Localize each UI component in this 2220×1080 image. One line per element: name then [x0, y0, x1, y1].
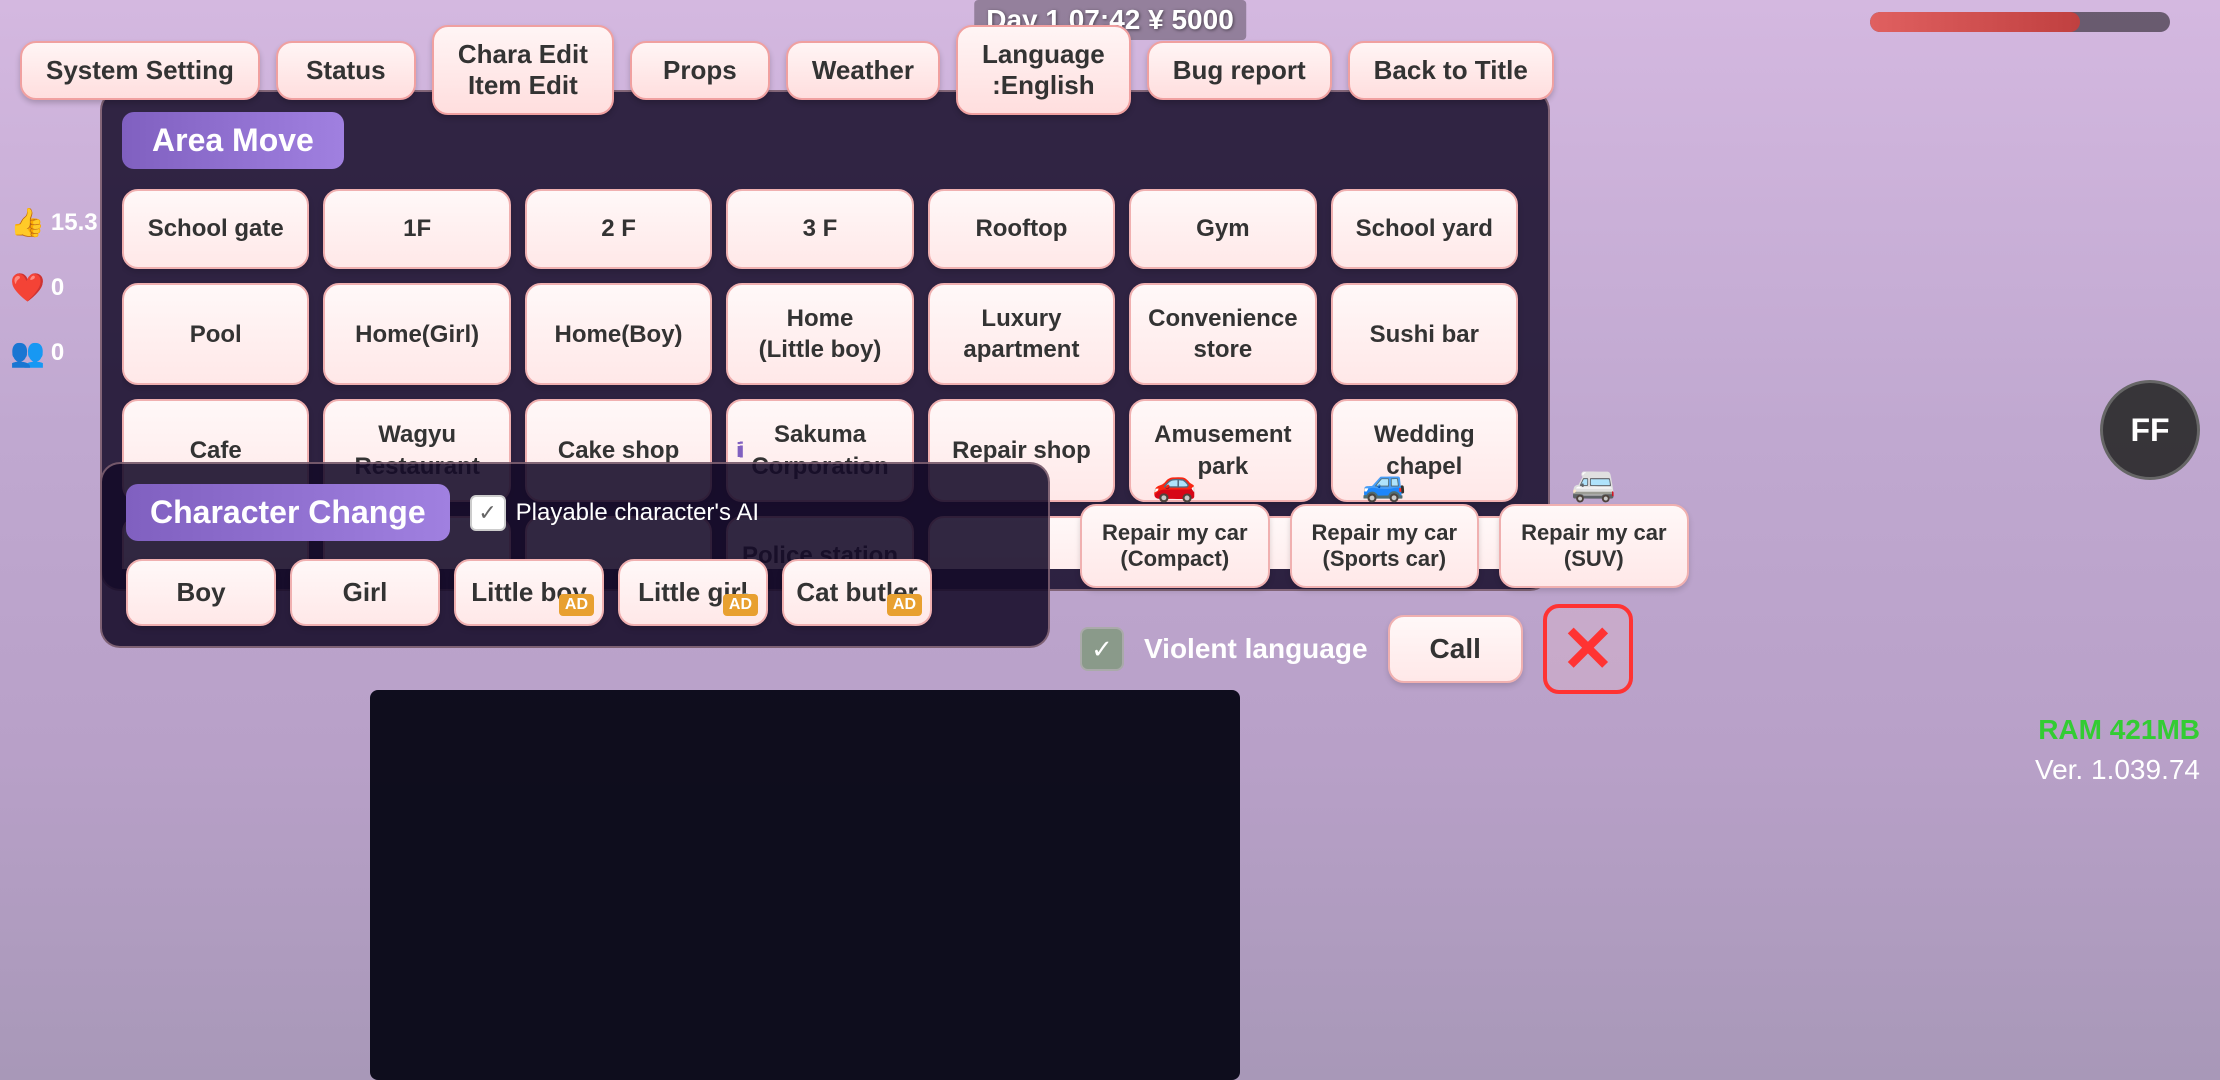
ai-label-text: Playable character's AI	[516, 499, 759, 527]
area-home-boy[interactable]: Home(Boy)	[525, 283, 712, 385]
people-stat: 👥 0	[0, 330, 90, 375]
right-panel: 🚗 Repair my car(Compact) 🚙 Repair my car…	[1080, 462, 2200, 786]
char-cat-butler-button[interactable]: Cat butler 🔒 AD	[782, 559, 932, 626]
area-school-gate[interactable]: School gate	[122, 189, 309, 269]
ai-checkbox-label: ✓ Playable character's AI	[470, 495, 759, 531]
status-button[interactable]: Status	[276, 41, 416, 100]
chara-edit-button[interactable]: Chara Edit Item Edit	[432, 25, 614, 115]
sports-car-icon: 🚙	[1362, 462, 1407, 504]
repair-car-row: 🚗 Repair my car(Compact) 🚙 Repair my car…	[1080, 462, 2200, 588]
area-convenience-store[interactable]: Conveniencestore	[1129, 283, 1316, 385]
people-value: 0	[51, 339, 64, 367]
area-luxury-apartment[interactable]: Luxuryapartment	[928, 283, 1115, 385]
character-buttons: Boy Girl Little boy 🔒 AD Little girl 🔒 A…	[126, 559, 1024, 626]
character-change-title: Character Change	[126, 484, 450, 541]
char-boy-button[interactable]: Boy	[126, 559, 276, 626]
ai-checkbox[interactable]: ✓	[470, 495, 506, 531]
social-stats: 👍 15.3 ❤️ 0 👥 0	[0, 200, 90, 395]
violent-checkbox[interactable]: ✓	[1080, 627, 1124, 671]
char-little-girl-button[interactable]: Little girl 🔒 AD	[618, 559, 768, 626]
char-panel-header: Character Change ✓ Playable character's …	[126, 484, 1024, 541]
language-button[interactable]: Language :English	[956, 25, 1131, 115]
version-info: Ver. 1.039.74	[1080, 754, 2200, 786]
violent-checkmark-icon: ✓	[1091, 634, 1113, 665]
thumb-icon: 👍	[10, 206, 45, 239]
hearts-stat: ❤️ 0	[0, 265, 90, 310]
likes-stat: 👍 15.3	[0, 200, 90, 245]
character-change-panel: Character Change ✓ Playable character's …	[100, 462, 1050, 648]
area-home-little-boy[interactable]: Home(Little boy)	[726, 283, 913, 385]
ff-button[interactable]: FF	[2100, 380, 2200, 480]
area-pool[interactable]: Pool	[122, 283, 309, 385]
suv-car-icon: 🚐	[1571, 462, 1616, 504]
close-x-icon: ✕	[1561, 617, 1615, 681]
char-girl-button[interactable]: Girl	[290, 559, 440, 626]
area-sushi-bar[interactable]: Sushi bar	[1331, 283, 1518, 385]
repair-suv-group: 🚐 Repair my car(SUV)	[1499, 462, 1689, 588]
hearts-value: 0	[51, 274, 64, 302]
violent-language-row: ✓ Violent language Call ✕	[1080, 604, 2200, 694]
area-gym[interactable]: Gym	[1129, 189, 1316, 269]
repair-sports-group: 🚙 Repair my car(Sports car)	[1290, 462, 1480, 588]
repair-sports-button[interactable]: Repair my car(Sports car)	[1290, 504, 1480, 588]
area-home-girl[interactable]: Home(Girl)	[323, 283, 510, 385]
little-boy-ad-badge: AD	[559, 594, 594, 616]
likes-value: 15.3	[51, 209, 98, 237]
weather-button[interactable]: Weather	[786, 41, 940, 100]
area-3f[interactable]: 3 F	[726, 189, 913, 269]
progress-bar-fill	[1870, 12, 2080, 32]
compact-car-icon: 🚗	[1152, 462, 1197, 504]
repair-compact-group: 🚗 Repair my car(Compact)	[1080, 462, 1270, 588]
area-1f[interactable]: 1F	[323, 189, 510, 269]
area-rooftop[interactable]: Rooftop	[928, 189, 1115, 269]
bug-report-button[interactable]: Bug report	[1147, 41, 1332, 100]
system-setting-button[interactable]: System Setting	[20, 41, 260, 100]
close-button[interactable]: ✕	[1543, 604, 1633, 694]
repair-compact-button[interactable]: Repair my car(Compact)	[1080, 504, 1270, 588]
props-button[interactable]: Props	[630, 41, 770, 100]
cat-butler-ad-badge: AD	[887, 594, 922, 616]
repair-suv-button[interactable]: Repair my car(SUV)	[1499, 504, 1689, 588]
call-button[interactable]: Call	[1388, 615, 1523, 683]
people-icon: 👥	[10, 336, 45, 369]
little-girl-ad-badge: AD	[723, 594, 758, 616]
char-little-boy-button[interactable]: Little boy 🔒 AD	[454, 559, 604, 626]
area-school-yard[interactable]: School yard	[1331, 189, 1518, 269]
back-to-title-button[interactable]: Back to Title	[1348, 41, 1554, 100]
ram-info: RAM 421MB	[1080, 714, 2200, 746]
progress-bar-container	[1870, 12, 2170, 32]
heart-icon: ❤️	[10, 271, 45, 304]
violent-language-label: Violent language	[1144, 633, 1368, 665]
area-2f[interactable]: 2 F	[525, 189, 712, 269]
